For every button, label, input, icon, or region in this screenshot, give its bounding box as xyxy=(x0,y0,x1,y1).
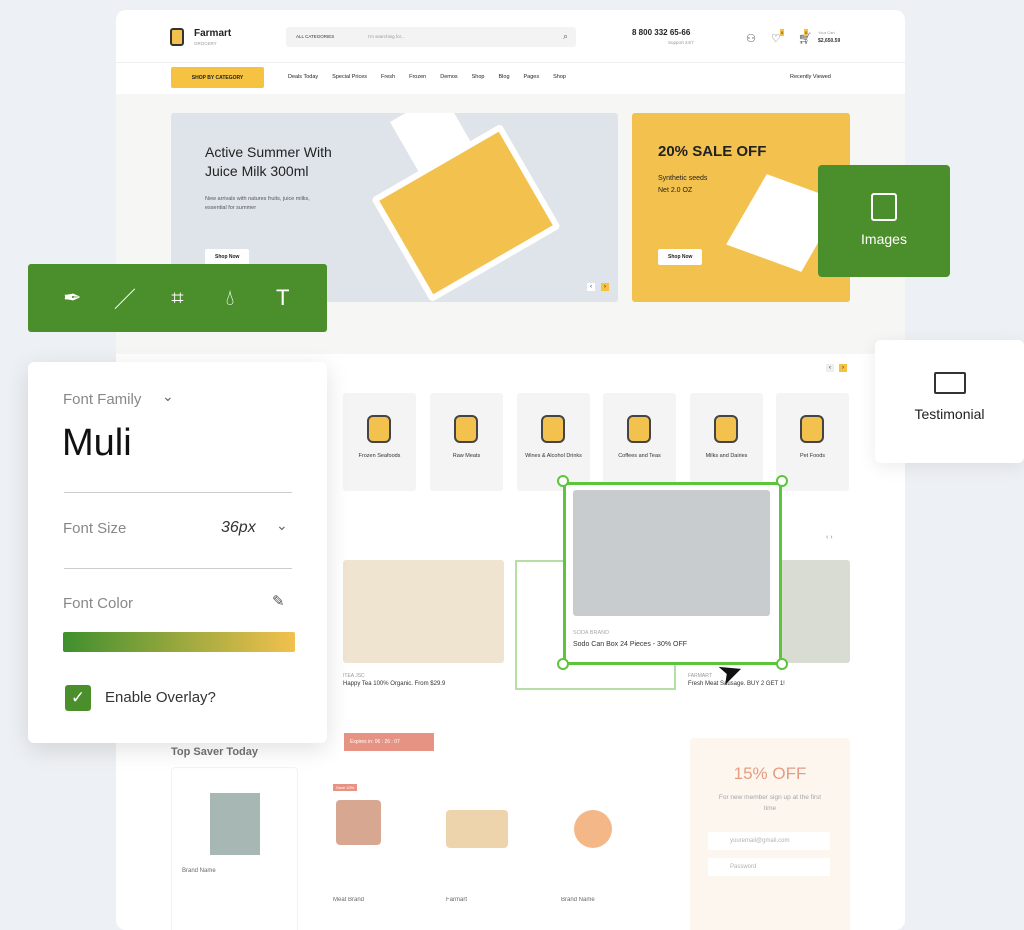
nav-item[interactable]: Demos xyxy=(440,74,457,80)
category-tile[interactable]: Raw Meats xyxy=(430,393,503,491)
search-bar[interactable]: ALL CATEGORIES I'm searching for... ⌕ xyxy=(286,27,576,47)
search-icon[interactable]: ⌕ xyxy=(563,31,568,42)
crop-icon[interactable]: ⌗ xyxy=(162,285,192,311)
nav-item[interactable]: Pages xyxy=(524,74,540,80)
category-next[interactable]: › xyxy=(839,364,847,372)
nav-item[interactable]: Special Prices xyxy=(332,74,367,80)
text-icon[interactable]: T xyxy=(268,285,298,311)
user-icon[interactable]: ⚇ xyxy=(746,32,756,45)
promo-line: Synthetic seeds xyxy=(658,175,708,182)
category-select[interactable]: ALL CATEGORIES xyxy=(296,34,334,39)
testimonial-widget[interactable]: Testimonial xyxy=(875,340,1024,463)
category-tile[interactable]: Frozen Seafoods xyxy=(343,393,416,491)
product-brand: Brand Name xyxy=(561,897,595,903)
product-brand: SODA BRAND xyxy=(573,630,610,636)
resize-handle[interactable] xyxy=(557,475,569,487)
meat-image xyxy=(336,800,381,845)
main-nav: Deals Today Special Prices Fresh Frozen … xyxy=(288,74,566,80)
prev-arrow[interactable]: ‹ xyxy=(587,283,595,291)
font-color-label: Font Color xyxy=(63,595,134,612)
nav-item[interactable]: Blog xyxy=(499,74,510,80)
section-title: Top Saver Today xyxy=(171,746,259,758)
overlay-label: Enable Overlay? xyxy=(105,689,216,706)
offer-title: 15% OFF xyxy=(733,764,807,783)
promo-shop-button[interactable]: Shop Now xyxy=(658,249,703,265)
signup-offer: 15% OFF For new member sign up at the fi… xyxy=(690,738,850,930)
image-icon xyxy=(871,193,897,221)
category-tile[interactable]: Pet Foods xyxy=(776,393,849,491)
chevron-down-icon[interactable]: ⌄ xyxy=(162,388,174,405)
comment-icon xyxy=(933,372,966,394)
juice-product-image xyxy=(371,123,561,302)
soda-can-image xyxy=(573,490,770,616)
resize-handle[interactable] xyxy=(776,658,788,670)
font-settings-panel: Font Family ⌄ Muli Font Size 36px ⌄ Font… xyxy=(28,362,327,743)
password-input[interactable]: Password xyxy=(708,858,830,876)
editor-toolbar: ✒ ／ ⌗ 💧︎ T xyxy=(28,264,327,332)
category-prev[interactable]: ‹ xyxy=(826,364,834,372)
images-label: Images xyxy=(861,231,907,247)
promo-line: Net 2.0 OZ xyxy=(658,187,693,194)
hero-shop-button[interactable]: Shop Now xyxy=(205,249,250,265)
font-size-label: Font Size xyxy=(63,520,127,537)
resize-handle[interactable] xyxy=(776,475,788,487)
nav-item[interactable]: Deals Today xyxy=(288,74,318,80)
pen-tool-icon[interactable]: ✒ xyxy=(57,285,87,311)
phone: 8 800 332 65-66 xyxy=(632,28,691,37)
brand-sub: GROCERY xyxy=(194,41,217,46)
brush-icon[interactable]: ／ xyxy=(110,282,140,314)
cart-total: $2,650.59 xyxy=(818,38,841,44)
drop-icon[interactable]: 💧︎ xyxy=(215,285,245,311)
promo-title: 20% SALE OFF xyxy=(658,143,767,160)
hero-title: Active Summer With Juice Milk 300ml xyxy=(205,144,332,179)
bread-image xyxy=(446,810,508,848)
countdown-badge: Expires in: 06 : 26 : 07 xyxy=(344,733,434,751)
font-family-select[interactable]: Muli xyxy=(62,422,132,465)
product-name: Sodo Can Box 24 Pieces - 30% OFF xyxy=(573,641,687,648)
cart-badge: 0 xyxy=(804,29,809,36)
images-widget[interactable]: Images xyxy=(818,165,950,277)
wishlist-badge: 0 xyxy=(780,29,785,36)
hero-desc: New arrivals with natures fruits, juice … xyxy=(205,196,310,211)
recently-viewed-link[interactable]: Recently Viewed xyxy=(790,74,831,80)
category-tile[interactable]: Wines & Alcohol Drinks xyxy=(517,393,590,491)
overlay-checkbox[interactable]: ✓ xyxy=(65,685,91,711)
search-input[interactable]: I'm searching for... xyxy=(368,34,405,39)
next-arrow[interactable]: › xyxy=(601,283,609,291)
product-nav-arrows[interactable]: ‹ › xyxy=(826,534,833,541)
shop-by-category-button[interactable]: SHOP BY CATEGORY xyxy=(171,67,264,88)
category-tile[interactable]: Milks and Dairies xyxy=(690,393,763,491)
font-family-label: Font Family xyxy=(63,391,142,408)
support-text: Support 24/7 xyxy=(668,40,694,45)
nav-item[interactable]: Fresh xyxy=(381,74,395,80)
category-tile[interactable]: Coffees and Teas xyxy=(603,393,676,491)
nav-item[interactable]: Shop xyxy=(553,74,566,80)
nav-item[interactable]: Frozen xyxy=(409,74,426,80)
color-gradient-slider[interactable] xyxy=(63,632,295,652)
eyedropper-icon[interactable]: ✎ xyxy=(272,592,285,610)
offer-text: For new member sign up at the first time xyxy=(718,794,822,812)
font-size-select[interactable]: 36px xyxy=(221,519,256,537)
resize-handle[interactable] xyxy=(557,658,569,670)
brand-name: Farmart xyxy=(194,28,232,39)
chevron-down-icon[interactable]: ⌄ xyxy=(276,517,288,534)
product-card[interactable]: ITEA JSC Happy Tea 100% Organic. From $2… xyxy=(343,560,504,687)
nav-item[interactable]: Shop xyxy=(472,74,485,80)
testimonial-label: Testimonial xyxy=(914,406,985,422)
selected-product-card[interactable]: SODA BRAND Sodo Can Box 24 Pieces - 30% … xyxy=(563,482,782,665)
email-input[interactable]: youremail@gmail.com xyxy=(708,832,830,850)
save-badge: Save 10% xyxy=(333,784,358,791)
product-brand: Meat Brand xyxy=(333,897,365,903)
cart-label: Your Cart xyxy=(818,30,835,35)
product-brand: Farmart xyxy=(446,897,467,903)
logo-icon xyxy=(170,28,184,46)
orange-image xyxy=(574,810,612,848)
product-card[interactable]: Brand Name xyxy=(171,767,298,930)
